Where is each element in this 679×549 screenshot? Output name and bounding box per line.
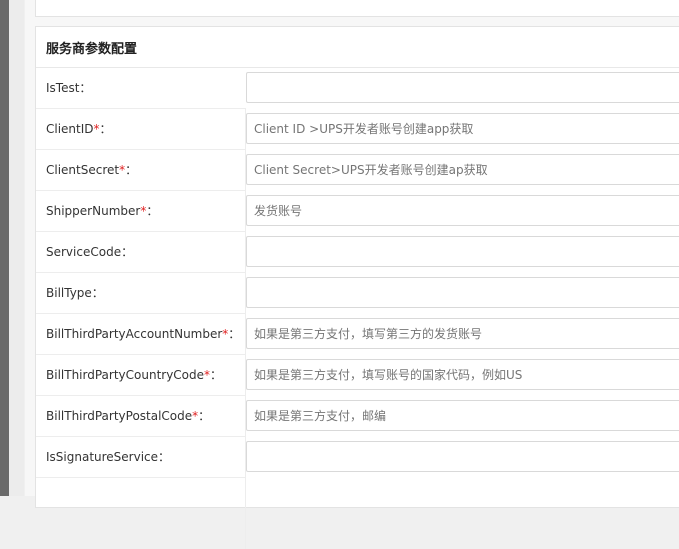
field-label-text: BillType — [46, 286, 92, 300]
label-colon: ： — [91, 286, 104, 300]
field-label-text: ClientID — [46, 122, 94, 136]
label-colon: ： — [198, 409, 211, 423]
provider-config-card: 服务商参数配置 IsTest：ClientID*：ClientSecret*：S… — [35, 26, 679, 549]
input-billthirdpartypostalcode[interactable] — [246, 400, 679, 431]
label-colon: ： — [158, 450, 171, 464]
label-colon: ： — [210, 368, 223, 382]
field-label-text: IsSignatureService — [46, 450, 159, 464]
form-row-billthirdpartyaccountnumber: BillThirdPartyAccountNumber*： — [36, 314, 679, 355]
left-edge-dark — [0, 0, 9, 496]
field-label-text: IsTest — [46, 81, 80, 95]
input-clientsecret[interactable] — [246, 154, 679, 185]
form-row-issignatureservice: IsSignatureService： — [36, 437, 679, 478]
label-colon: ： — [228, 327, 241, 341]
field-label-servicecode: ServiceCode： — [46, 232, 133, 273]
form-row-clientid: ClientID*： — [36, 109, 679, 150]
field-label-billtype: BillType： — [46, 273, 104, 314]
field-label-text: ServiceCode — [46, 245, 122, 259]
form-row-billthirdpartypostalcode: BillThirdPartyPostalCode*： — [36, 396, 679, 437]
input-shippernumber[interactable] — [246, 195, 679, 226]
field-label-billthirdpartypostalcode: BillThirdPartyPostalCode*： — [46, 396, 210, 437]
field-label-text: BillThirdPartyCountryCode — [46, 368, 205, 382]
field-label-clientid: ClientID*： — [46, 109, 112, 150]
field-label-text: BillThirdPartyPostalCode — [46, 409, 193, 423]
form-row-clientsecret: ClientSecret*： — [36, 150, 679, 191]
row-divider — [36, 477, 246, 478]
field-label-text: ShipperNumber — [46, 204, 141, 218]
field-label-istest: IsTest： — [46, 68, 91, 109]
field-label-billthirdpartycountrycode: BillThirdPartyCountryCode*： — [46, 355, 222, 396]
form-row-billthirdpartycountrycode: BillThirdPartyCountryCode*： — [36, 355, 679, 396]
previous-card — [35, 0, 679, 17]
field-label-text: ClientSecret — [46, 163, 120, 177]
form-row-servicecode: ServiceCode： — [36, 232, 679, 273]
section-title: 服务商参数配置 — [36, 27, 679, 68]
label-colon: ： — [146, 204, 159, 218]
form-row-billtype: BillType： — [36, 273, 679, 314]
form-row-istest: IsTest： — [36, 68, 679, 109]
field-label-issignatureservice: IsSignatureService： — [46, 437, 170, 478]
label-colon: ： — [99, 122, 112, 136]
input-servicecode[interactable] — [246, 236, 679, 267]
field-label-shippernumber: ShipperNumber*： — [46, 191, 158, 232]
input-istest[interactable] — [246, 72, 679, 103]
input-issignatureservice[interactable] — [246, 441, 679, 472]
left-edge — [0, 0, 24, 496]
label-colon: ： — [79, 81, 92, 95]
label-colon: ： — [125, 163, 138, 177]
input-billtype[interactable] — [246, 277, 679, 308]
input-billthirdpartyaccountnumber[interactable] — [246, 318, 679, 349]
field-label-clientsecret: ClientSecret*： — [46, 150, 137, 191]
input-billthirdpartycountrycode[interactable] — [246, 359, 679, 390]
field-label-text: BillThirdPartyAccountNumber — [46, 327, 223, 341]
content-panel: 服务商参数配置 IsTest：ClientID*：ClientSecret*：S… — [25, 0, 679, 549]
field-label-billthirdpartyaccountnumber: BillThirdPartyAccountNumber*： — [46, 314, 240, 355]
label-colon: ： — [121, 245, 134, 259]
input-clientid[interactable] — [246, 113, 679, 144]
form-row-shippernumber: ShipperNumber*： — [36, 191, 679, 232]
